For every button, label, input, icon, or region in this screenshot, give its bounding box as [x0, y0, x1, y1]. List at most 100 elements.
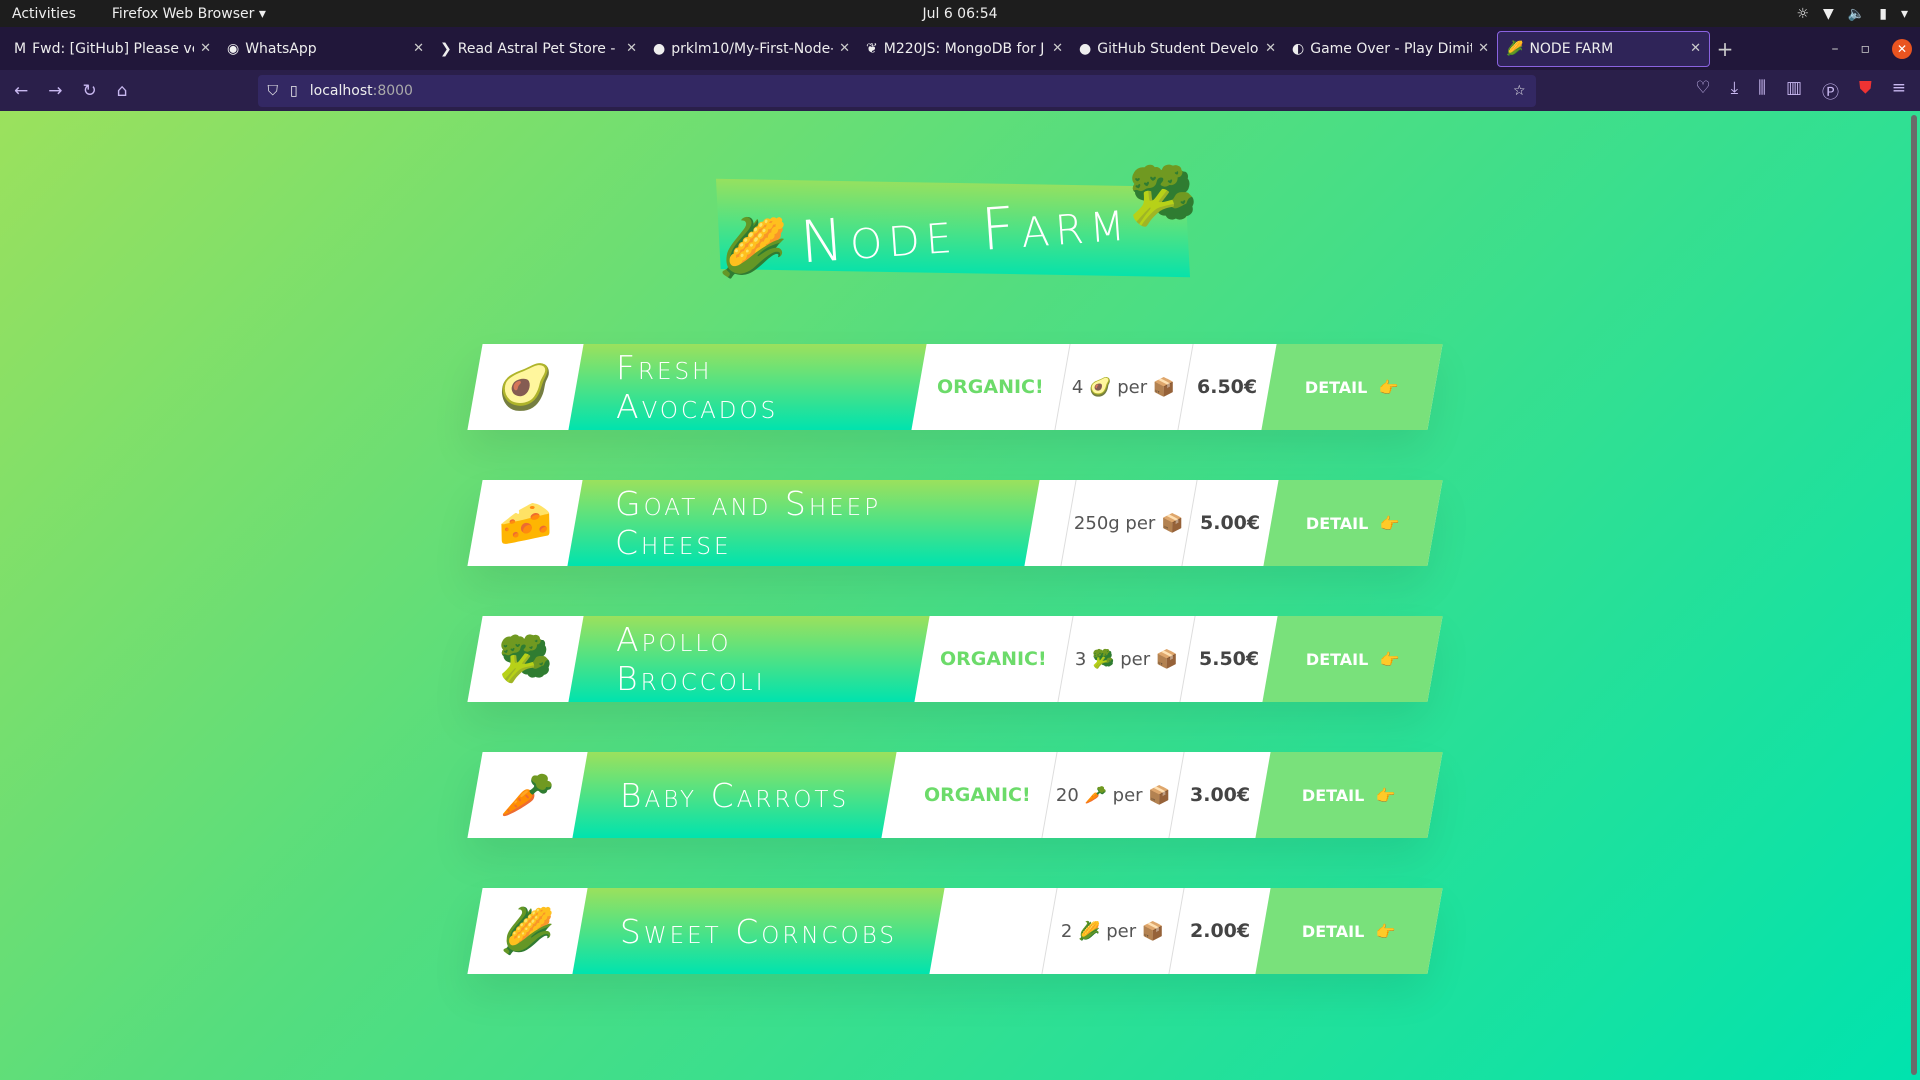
- product-quantity: 20 🥕 per 📦: [1041, 752, 1185, 838]
- product-name: Baby Carrots: [620, 775, 850, 815]
- app-menu[interactable]: Firefox Web Browser ▾: [112, 6, 266, 22]
- page-content: 🌽 Node Farm 🥦 🥑 Fresh Avocados ORGANIC! …: [0, 111, 1920, 1080]
- header-logo: 🌽 Node Farm 🥦: [715, 163, 1198, 293]
- shield-icon[interactable]: ⛉: [268, 83, 279, 99]
- wifi-icon[interactable]: ▼: [1823, 6, 1834, 22]
- product-image: 🥑: [467, 344, 584, 430]
- clock[interactable]: Jul 6 06:54: [922, 6, 997, 22]
- browser-tab[interactable]: ❯ Read Astral Pet Store - C ✕: [432, 31, 645, 67]
- product-quantity: 250g per 📦: [1060, 480, 1198, 566]
- forward-icon[interactable]: →: [48, 81, 62, 101]
- product-price: 6.50€: [1178, 344, 1276, 430]
- detail-button[interactable]: DETAIL 👉: [1262, 616, 1443, 702]
- product-name-box: Baby Carrots: [572, 752, 897, 838]
- browser-tab[interactable]: ❦ M220JS: MongoDB for J ✕: [858, 31, 1071, 67]
- tab-favicon-icon: ❦: [866, 40, 878, 57]
- product-image: 🧀: [467, 480, 582, 566]
- price-text: 2.00€: [1189, 920, 1251, 942]
- tab-title: NODE FARM: [1529, 40, 1614, 57]
- organic-label: ORGANIC!: [937, 376, 1044, 398]
- product-quantity: 4 🥑 per 📦: [1054, 344, 1194, 430]
- url-host: localhost: [309, 82, 373, 99]
- product-name: Fresh Avocados: [616, 348, 779, 426]
- organic-badge: ORGANIC!: [899, 752, 1057, 838]
- tab-close-icon[interactable]: ✕: [1052, 41, 1063, 56]
- close-window-button[interactable]: ✕: [1892, 38, 1912, 59]
- browser-tab[interactable]: 🌽 NODE FARM ✕: [1497, 30, 1710, 67]
- product-price: 5.50€: [1180, 616, 1278, 702]
- browser-tab[interactable]: M Fwd: [GitHub] Please verify ✕: [6, 31, 219, 67]
- tab-close-icon[interactable]: ✕: [626, 41, 637, 56]
- back-icon[interactable]: ←: [14, 81, 28, 101]
- product-name: Sweet Corncobs: [620, 911, 898, 951]
- activities-button[interactable]: Activities: [12, 6, 76, 22]
- tab-close-icon[interactable]: ✕: [1478, 41, 1489, 56]
- menu-icon[interactable]: ≡: [1892, 78, 1906, 103]
- detail-label: DETAIL: [1305, 649, 1369, 669]
- organic-label: ORGANIC!: [940, 648, 1048, 670]
- tab-title: Read Astral Pet Store - C: [457, 40, 621, 57]
- product-name: Apollo Broccoli: [615, 620, 766, 698]
- detail-button[interactable]: DETAIL 👉: [1255, 888, 1443, 974]
- product-emoji-icon: 🥑: [498, 362, 554, 413]
- tab-close-icon[interactable]: ✕: [839, 41, 850, 56]
- tab-favicon-icon: ◉: [227, 40, 240, 57]
- tab-favicon-icon: ●: [653, 40, 666, 57]
- detail-button[interactable]: DETAIL 👉: [1261, 344, 1443, 430]
- tab-favicon-icon: ❯: [440, 40, 452, 57]
- tab-title: Game Over - Play Dimitri: [1310, 40, 1473, 57]
- url-bar[interactable]: ⛉ ▯ localhost:8000 ☆: [257, 74, 1536, 107]
- volume-icon[interactable]: 🔈: [1848, 6, 1865, 22]
- library-icon[interactable]: ⫼: [1758, 78, 1766, 103]
- product-name-box: Sweet Corncobs: [572, 888, 945, 974]
- download-icon[interactable]: ⤓: [1731, 78, 1739, 103]
- home-icon[interactable]: ⌂: [117, 81, 128, 101]
- browser-tab[interactable]: ◉ WhatsApp ✕: [219, 31, 432, 67]
- scrollbar[interactable]: [1911, 115, 1917, 1075]
- broccoli-icon: 🥦: [1128, 164, 1198, 229]
- price-text: 5.50€: [1198, 648, 1260, 670]
- tab-close-icon[interactable]: ✕: [413, 41, 424, 56]
- quantity-text: 250g per 📦: [1073, 512, 1184, 534]
- browser-tab[interactable]: ● GitHub Student Develop ✕: [1071, 31, 1284, 67]
- product-name-box: Fresh Avocados: [568, 344, 927, 430]
- browser-tab[interactable]: ● prklm10/My-First-Node- ✕: [645, 31, 858, 67]
- tab-favicon-icon: 🌽: [1506, 40, 1524, 57]
- new-tab-button[interactable]: +: [1710, 37, 1740, 61]
- product-card: 🥕 Baby Carrots ORGANIC! 20 🥕 per 📦 3.00€…: [467, 752, 1443, 838]
- pointing-hand-icon: 👉: [1375, 785, 1396, 805]
- sidebar-icon[interactable]: ▥: [1786, 78, 1802, 103]
- battery-icon[interactable]: ▮: [1879, 6, 1887, 22]
- product-price: 5.00€: [1182, 480, 1279, 566]
- quantity-text: 3 🥦 per 📦: [1074, 648, 1179, 670]
- browser-tab[interactable]: ◐ Game Over - Play Dimitri ✕: [1284, 31, 1497, 67]
- price-text: 6.50€: [1197, 376, 1258, 398]
- tab-title: M220JS: MongoDB for J: [883, 40, 1045, 57]
- maximize-button[interactable]: ▫: [1861, 41, 1871, 57]
- extension-icon[interactable]: ⛊: [1859, 78, 1872, 103]
- pocket-icon[interactable]: ♡: [1695, 78, 1710, 103]
- brightness-icon[interactable]: ☼: [1796, 6, 1809, 22]
- system-menu-chevron-icon[interactable]: ▾: [1901, 6, 1908, 22]
- product-image: 🥦: [467, 616, 583, 702]
- corn-icon: 🌽: [718, 216, 788, 281]
- organic-label: ORGANIC!: [924, 784, 1031, 806]
- tab-favicon-icon: M: [14, 40, 27, 57]
- bookmark-star-icon[interactable]: ☆: [1513, 83, 1526, 99]
- tab-close-icon[interactable]: ✕: [1265, 41, 1276, 56]
- product-quantity: 2 🌽 per 📦: [1041, 888, 1185, 974]
- tab-favicon-icon: ◐: [1292, 40, 1305, 57]
- detail-button[interactable]: DETAIL 👉: [1255, 752, 1443, 838]
- tab-title: Fwd: [GitHub] Please verify: [32, 40, 194, 57]
- profile-icon[interactable]: Ⓟ: [1822, 78, 1839, 103]
- detail-button[interactable]: DETAIL 👉: [1263, 480, 1443, 566]
- tab-close-icon[interactable]: ✕: [1690, 41, 1701, 56]
- detail-label: DETAIL: [1306, 513, 1369, 533]
- minimize-button[interactable]: –: [1832, 41, 1839, 57]
- product-emoji-icon: 🌽: [500, 906, 555, 957]
- tab-title: WhatsApp: [245, 40, 317, 57]
- product-quantity: 3 🥦 per 📦: [1057, 616, 1196, 702]
- tab-close-icon[interactable]: ✕: [200, 41, 211, 56]
- reload-icon[interactable]: ↻: [83, 81, 97, 101]
- pointing-hand-icon: 👉: [1379, 649, 1400, 669]
